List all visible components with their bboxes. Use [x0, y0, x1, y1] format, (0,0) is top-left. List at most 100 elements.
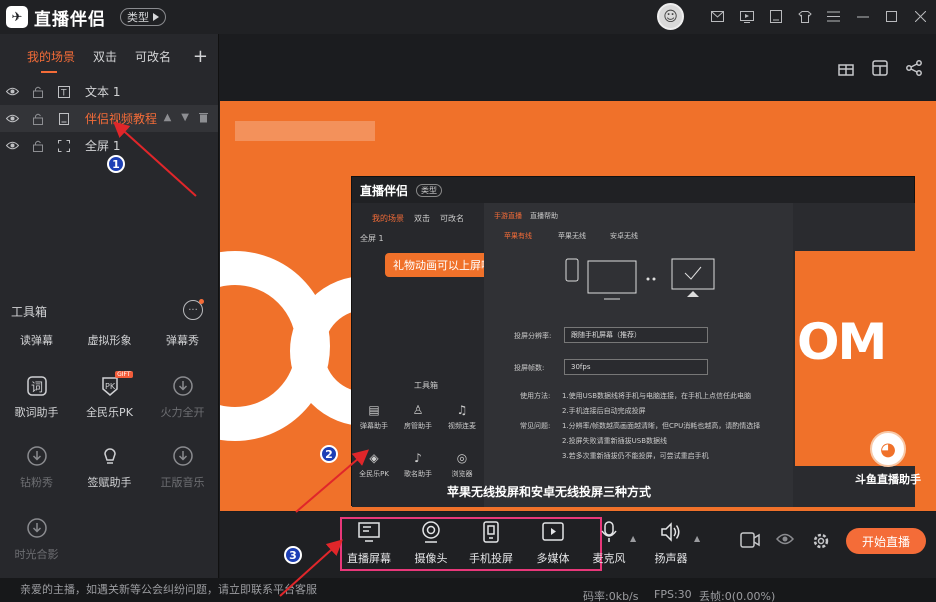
lock-icon[interactable]: [31, 85, 45, 99]
inner-preview-logo: OM: [797, 313, 887, 371]
settings-icon[interactable]: [812, 532, 830, 554]
lyrics-icon: 词: [24, 374, 50, 398]
lock-icon[interactable]: [31, 139, 45, 153]
scene-item-text[interactable]: T 文本 1: [0, 78, 218, 105]
faq-text: 2.投屏失败请重新插拔USB数据线: [562, 437, 668, 445]
gift-badge: GIFT: [115, 371, 133, 378]
tablet-icon[interactable]: [766, 7, 785, 26]
tab-rename[interactable]: 可改名: [135, 48, 171, 65]
tool-fan-show[interactable]: 钻粉秀: [0, 444, 73, 490]
media-icon: [541, 520, 565, 544]
fps-select: 30fps: [564, 359, 708, 375]
gift-icon[interactable]: [838, 60, 854, 80]
move-down-icon[interactable]: ▼: [181, 112, 189, 126]
minimize-icon[interactable]: [853, 7, 872, 26]
inner-title-bar: 直播伴侣 类型: [352, 177, 914, 203]
source-label: 直播屏幕: [347, 552, 391, 565]
eye-icon[interactable]: [775, 532, 795, 550]
video-icon[interactable]: [737, 7, 756, 26]
add-scene-button[interactable]: +: [193, 46, 208, 67]
svg-text:PK: PK: [105, 382, 116, 391]
record-icon[interactable]: [740, 532, 760, 552]
resolution-label: 投屏分辨率:: [514, 332, 552, 340]
media-source-icon: [57, 112, 71, 126]
preview-toolbar: [838, 60, 922, 80]
toolbox-title: 工具箱: [11, 304, 48, 319]
toolbox-header: 工具箱 ···: [0, 296, 219, 326]
tool-music[interactable]: 正版音乐: [146, 444, 219, 490]
tab-my-scenes[interactable]: 我的场景: [27, 48, 75, 73]
eye-icon[interactable]: [5, 85, 19, 99]
eye-icon[interactable]: [5, 139, 19, 153]
more-icon[interactable]: ···: [183, 299, 204, 320]
speaker-button[interactable]: 扬声器: [640, 520, 702, 566]
usage-text: 2.手机连接后自动完成投屏: [562, 407, 646, 415]
share-icon[interactable]: [906, 60, 922, 80]
source-screen-button[interactable]: 直播屏幕: [338, 520, 400, 566]
notification-dot: [199, 299, 204, 304]
annotation-badge-1: 1: [107, 155, 125, 173]
delete-icon[interactable]: [199, 112, 208, 126]
tool-lyrics[interactable]: 词 歌词助手: [0, 374, 73, 420]
chevron-up-icon[interactable]: ▲: [694, 534, 700, 543]
fps-readout: FPS:30: [654, 588, 692, 601]
tool-danmaku-show[interactable]: 弹幕秀: [146, 332, 219, 348]
source-camera-button[interactable]: 摄像头: [400, 520, 462, 566]
scene-item-video-tutorial[interactable]: 伴侣视频教程 ▲ ▼: [0, 105, 218, 132]
tool-label: 弹幕秀: [166, 334, 199, 347]
source-phone-button[interactable]: 手机投屏: [460, 520, 522, 566]
bitrate-readout: 码率:0kb/s: [583, 590, 639, 602]
svg-text:词: 词: [31, 380, 43, 394]
tool-read-danmaku[interactable]: 读弹幕: [0, 332, 73, 348]
tool-firepower[interactable]: 火力全开: [146, 374, 219, 420]
type-button[interactable]: 类型: [120, 8, 166, 26]
start-live-button[interactable]: 开始直播: [846, 528, 926, 554]
video-caption: 苹果无线投屏和安卓无线投屏三种方式: [447, 485, 652, 499]
tab-double-click[interactable]: 双击: [93, 48, 117, 65]
tool-label: 时光合影: [14, 548, 59, 561]
inner-tab: 双击: [414, 214, 430, 223]
inner-tool: ♪ 歌名助手: [404, 451, 432, 478]
source-label: 多媒体: [536, 552, 570, 565]
source-label: 摄像头: [414, 552, 448, 565]
close-icon[interactable]: [911, 7, 930, 26]
avatar[interactable]: ☺: [657, 3, 684, 30]
app-window: ✈ 直播伴侣 类型 ☺ 我的场景 双击 可改名 + T 文本 1 伴侣视频教程 …: [0, 0, 936, 602]
screen-capture-icon: [357, 520, 381, 544]
app-name: 直播伴侣: [34, 9, 106, 30]
tool-avatar[interactable]: 虚拟形象: [73, 332, 146, 348]
resolution-select: 跟随手机屏幕（推荐）: [564, 327, 708, 343]
inner-tab: 可改名: [440, 214, 464, 223]
source-bar: 直播屏幕 摄像头 手机投屏 多媒体 麦克风 ▲ 扬声器 ▲ 开始直播: [220, 512, 936, 578]
pk-icon: PK GIFT: [97, 371, 133, 398]
status-bar: 亲爱的主播，如遇关新等公会纠纷问题，请立即联系平台客服 码率:0kb/s FPS…: [0, 578, 936, 602]
download-icon: [170, 374, 196, 398]
eye-icon[interactable]: [5, 112, 19, 126]
layout-icon[interactable]: [872, 60, 888, 80]
inner-app-name: 直播伴侣: [360, 183, 409, 198]
scene-item-fullscreen[interactable]: 全屏 1: [0, 132, 218, 159]
fps-label: 投屏帧数:: [514, 364, 545, 372]
mail-icon[interactable]: [708, 7, 727, 26]
menu-icon[interactable]: [824, 7, 843, 26]
speaker-icon: [659, 520, 683, 544]
tool-photo[interactable]: 时光合影: [0, 516, 73, 562]
download-icon: [24, 516, 50, 540]
microphone-button[interactable]: 麦克风: [578, 520, 640, 566]
chevron-up-icon[interactable]: ▲: [630, 534, 636, 543]
blurred-text: [235, 121, 375, 141]
maximize-icon[interactable]: [882, 7, 901, 26]
tool-pk[interactable]: PK GIFT 全民乐PK: [73, 371, 146, 420]
source-media-button[interactable]: 多媒体: [522, 520, 584, 566]
annotation-badge-2: 2: [320, 445, 338, 463]
microphone-icon: [597, 520, 621, 544]
device-illustration: [565, 258, 715, 300]
inner-scene-panel: 我的场景 双击 可改名 全屏 1 工具箱 ▤ 弹幕助手 ♙ 房管助手 ♫ 视频连麦 ◈…: [352, 203, 484, 507]
lock-icon[interactable]: [31, 112, 45, 126]
tool-sign-in[interactable]: 签赋助手: [73, 444, 146, 490]
inner-scene-item: 全屏 1: [360, 234, 384, 243]
shirt-icon[interactable]: [795, 7, 814, 26]
fullscreen-source-icon: [57, 139, 71, 153]
move-up-icon[interactable]: ▲: [164, 112, 172, 126]
faq-text: 1.分辨率/帧数越高画面越清晰，但CPU消耗也越高，请酌情选择: [562, 422, 761, 430]
